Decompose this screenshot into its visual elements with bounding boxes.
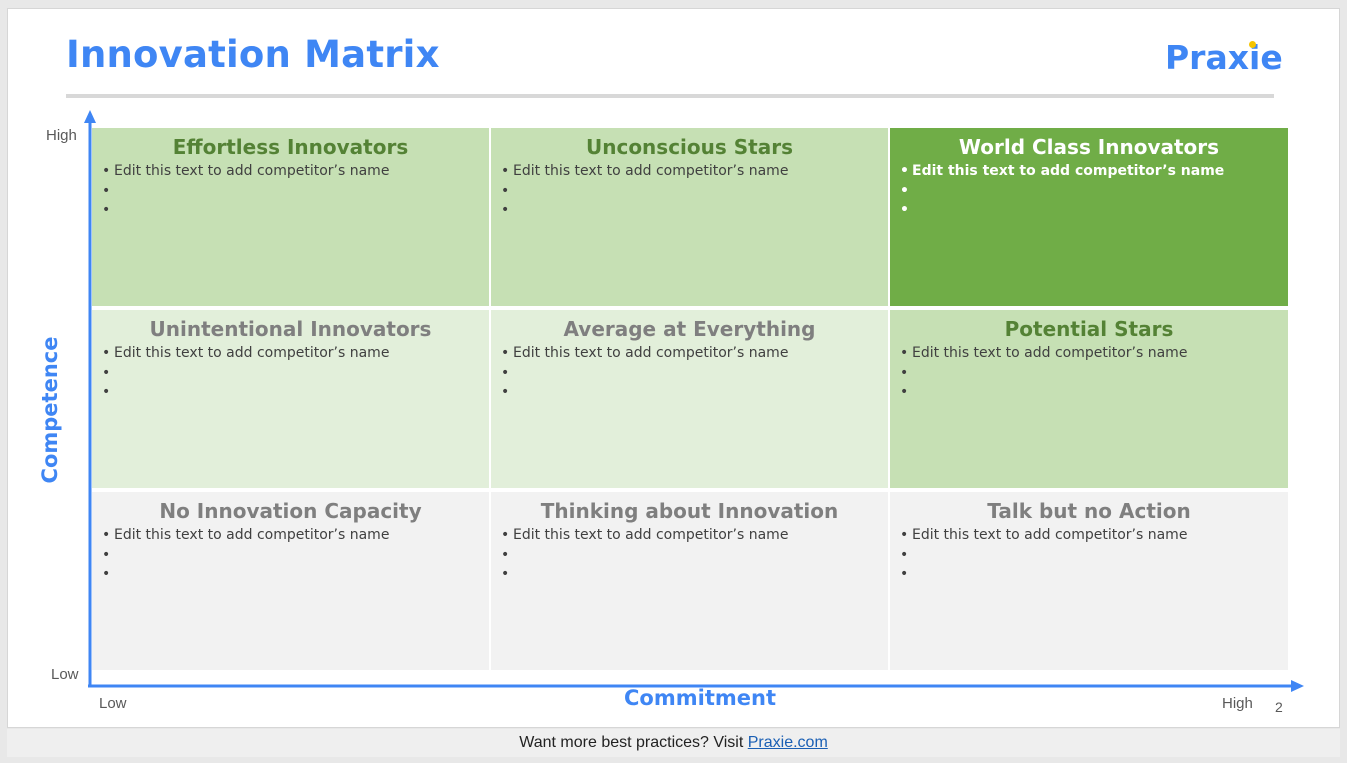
cell-list[interactable]: Edit this text to add competitor’s name — [900, 526, 1278, 585]
list-item[interactable] — [501, 364, 878, 384]
cell-title: Talk but no Action — [987, 499, 1191, 523]
list-item[interactable] — [900, 383, 1278, 403]
y-axis-arrowhead-icon — [84, 110, 96, 123]
cell-world-class-innovators[interactable]: World Class Innovators Edit this text to… — [890, 128, 1288, 306]
cell-no-innovation-capacity[interactable]: No Innovation Capacity Edit this text to… — [92, 492, 489, 670]
cell-unconscious-stars[interactable]: Unconscious Stars Edit this text to add … — [491, 128, 888, 306]
cell-list[interactable]: Edit this text to add competitor’s name — [900, 344, 1278, 403]
cell-talk-but-no-action[interactable]: Talk but no Action Edit this text to add… — [890, 492, 1288, 670]
cell-title: Thinking about Innovation — [540, 499, 839, 523]
cell-title: Unintentional Innovators — [149, 317, 432, 341]
cell-title: Average at Everything — [563, 317, 816, 341]
list-item[interactable] — [102, 383, 479, 403]
praxie-link[interactable]: Praxie.com — [748, 734, 828, 751]
cell-title: World Class Innovators — [958, 135, 1220, 159]
cell-title: Potential Stars — [1004, 317, 1174, 341]
cell-thinking-about-innovation[interactable]: Thinking about Innovation Edit this text… — [491, 492, 888, 670]
cell-title: Effortless Innovators — [172, 135, 409, 159]
list-item[interactable] — [501, 383, 878, 403]
cell-list[interactable]: Edit this text to add competitor’s name — [900, 162, 1278, 221]
list-item[interactable]: Edit this text to add competitor’s name — [102, 162, 479, 182]
y-tick-high: High — [46, 127, 77, 144]
y-tick-low: Low — [51, 666, 79, 683]
cell-list[interactable]: Edit this text to add competitor’s name — [102, 526, 479, 585]
list-item[interactable] — [102, 182, 479, 202]
list-item[interactable] — [900, 201, 1278, 221]
list-item[interactable]: Edit this text to add competitor’s name — [501, 162, 878, 182]
list-item[interactable]: Edit this text to add competitor’s name — [501, 344, 878, 364]
list-item[interactable]: Edit this text to add competitor’s name — [900, 162, 1278, 182]
cell-potential-stars[interactable]: Potential Stars Edit this text to add co… — [890, 310, 1288, 488]
cell-list[interactable]: Edit this text to add competitor’s name — [501, 526, 878, 585]
page-number: 2 — [1275, 699, 1283, 715]
list-item[interactable] — [102, 201, 479, 221]
cell-average-at-everything[interactable]: Average at Everything Edit this text to … — [491, 310, 888, 488]
footer-bar: Want more best practices? Visit Praxie.c… — [7, 729, 1340, 757]
list-item[interactable] — [900, 565, 1278, 585]
list-item[interactable]: Edit this text to add competitor’s name — [102, 344, 479, 364]
list-item[interactable] — [501, 182, 878, 202]
list-item[interactable] — [102, 565, 479, 585]
cell-list[interactable]: Edit this text to add competitor’s name — [102, 162, 479, 221]
list-item[interactable] — [501, 565, 878, 585]
list-item[interactable] — [501, 201, 878, 221]
cell-list[interactable]: Edit this text to add competitor’s name — [501, 344, 878, 403]
cell-list[interactable]: Edit this text to add competitor’s name — [501, 162, 878, 221]
list-item[interactable]: Edit this text to add competitor’s name — [102, 526, 479, 546]
list-item[interactable] — [900, 182, 1278, 202]
list-item[interactable]: Edit this text to add competitor’s name — [501, 526, 878, 546]
list-item[interactable]: Edit this text to add competitor’s name — [900, 526, 1278, 546]
list-item[interactable] — [900, 364, 1278, 384]
list-item[interactable] — [102, 364, 479, 384]
list-item[interactable] — [102, 546, 479, 566]
x-axis-arrowhead-icon — [1291, 680, 1304, 692]
list-item[interactable]: Edit this text to add competitor’s name — [900, 344, 1278, 364]
x-tick-low: Low — [99, 695, 127, 712]
list-item[interactable] — [900, 546, 1278, 566]
cell-unintentional-innovators[interactable]: Unintentional Innovators Edit this text … — [92, 310, 489, 488]
cell-title: Unconscious Stars — [585, 135, 793, 159]
innovation-matrix-grid: Effortless Innovators Edit this text to … — [92, 128, 1288, 670]
list-item[interactable] — [501, 546, 878, 566]
cell-effortless-innovators[interactable]: Effortless Innovators Edit this text to … — [92, 128, 489, 306]
cell-title: No Innovation Capacity — [159, 499, 422, 523]
cell-list[interactable]: Edit this text to add competitor’s name — [102, 344, 479, 403]
x-tick-high: High — [1222, 695, 1253, 712]
y-axis-label: Competence — [38, 336, 62, 484]
footer-text: Want more best practices? Visit — [519, 734, 748, 751]
x-axis-label: Commitment — [624, 686, 776, 710]
